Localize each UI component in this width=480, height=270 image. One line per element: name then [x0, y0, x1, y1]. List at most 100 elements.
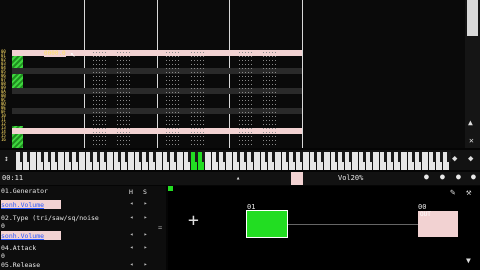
shield-icon[interactable]: ◆ [452, 154, 457, 164]
empty-cell[interactable] [238, 119, 252, 122]
piano-key[interactable] [156, 152, 162, 170]
generator-parameters[interactable]: 01.Generator H S sonh.Volume 02.Type (tr… [0, 186, 156, 270]
piano-key[interactable] [401, 152, 407, 170]
empty-cell[interactable] [238, 87, 252, 90]
empty-cell[interactable] [116, 51, 130, 54]
empty-cell[interactable] [116, 75, 130, 78]
empty-cell[interactable] [262, 139, 276, 142]
empty-cell[interactable] [92, 131, 106, 134]
empty-cell[interactable] [92, 99, 106, 102]
empty-cell[interactable] [238, 59, 252, 62]
shield-icon[interactable]: ◆ [468, 154, 473, 164]
empty-cell[interactable] [116, 107, 130, 110]
empty-cell[interactable] [165, 131, 179, 134]
empty-cell[interactable] [262, 127, 276, 130]
volume-readout[interactable]: Vol20% [338, 174, 363, 182]
empty-cell[interactable] [190, 55, 204, 58]
piano-key[interactable] [275, 152, 281, 170]
empty-cell[interactable] [92, 107, 106, 110]
empty-cell[interactable] [165, 107, 179, 110]
empty-cell[interactable] [165, 67, 179, 70]
empty-cell[interactable] [92, 71, 106, 74]
empty-cell[interactable] [165, 59, 179, 62]
empty-cell[interactable] [165, 95, 179, 98]
empty-cell[interactable] [238, 143, 252, 146]
empty-cell[interactable] [92, 127, 106, 130]
empty-cell[interactable] [116, 71, 130, 74]
empty-cell[interactable] [238, 51, 252, 54]
piano-key[interactable] [128, 152, 134, 170]
piano-key[interactable] [226, 152, 232, 170]
empty-cell[interactable] [262, 115, 276, 118]
empty-cell[interactable] [165, 115, 179, 118]
empty-cell[interactable] [165, 51, 179, 54]
empty-cell[interactable] [92, 95, 106, 98]
empty-cell[interactable] [165, 87, 179, 90]
increase-icon[interactable]: ▸ [142, 261, 149, 268]
empty-cell[interactable] [262, 119, 276, 122]
empty-cell[interactable] [165, 91, 179, 94]
piano-key[interactable] [373, 152, 379, 170]
empty-cell[interactable] [165, 135, 179, 138]
empty-cell[interactable] [190, 91, 204, 94]
empty-cell[interactable] [92, 103, 106, 106]
track-row[interactable] [12, 88, 302, 94]
close-icon[interactable]: ✕ [469, 136, 474, 145]
empty-cell[interactable] [165, 123, 179, 126]
track-row[interactable] [12, 128, 302, 134]
scrollbar-thumb[interactable] [467, 0, 478, 36]
wrench-icon[interactable]: ⚒ [466, 188, 471, 198]
empty-cell[interactable] [116, 55, 130, 58]
empty-cell[interactable] [238, 91, 252, 94]
empty-cell[interactable] [116, 95, 130, 98]
empty-cell[interactable] [238, 135, 252, 138]
empty-cell[interactable] [238, 127, 252, 130]
piano-key[interactable] [58, 152, 64, 170]
empty-cell[interactable] [165, 127, 179, 130]
empty-cell[interactable] [238, 95, 252, 98]
empty-cell[interactable] [92, 135, 106, 138]
param-label[interactable]: sonh.Volume [1, 201, 121, 210]
empty-cell[interactable] [190, 75, 204, 78]
empty-cell[interactable] [116, 67, 130, 70]
decrease-icon[interactable]: ◂ [128, 231, 135, 238]
decrease-icon[interactable]: ◂ [128, 200, 135, 207]
empty-cell[interactable] [165, 143, 179, 146]
track-row[interactable] [12, 68, 302, 74]
empty-cell[interactable] [262, 123, 276, 126]
piano-key[interactable] [352, 152, 358, 170]
empty-cell[interactable] [190, 79, 204, 82]
transport-dot-icon[interactable]: ● [440, 172, 445, 181]
empty-cell[interactable] [116, 83, 130, 86]
increase-icon[interactable]: ▸ [142, 231, 149, 238]
empty-cell[interactable] [262, 99, 276, 102]
empty-cell[interactable] [116, 139, 130, 142]
empty-cell[interactable] [238, 123, 252, 126]
empty-cell[interactable] [92, 143, 106, 146]
empty-cell[interactable] [165, 83, 179, 86]
empty-cell[interactable] [165, 103, 179, 106]
empty-cell[interactable] [116, 131, 130, 134]
empty-cell[interactable] [190, 139, 204, 142]
empty-cell[interactable] [238, 83, 252, 86]
empty-cell[interactable] [190, 127, 204, 130]
empty-cell[interactable] [238, 55, 252, 58]
empty-cell[interactable] [238, 115, 252, 118]
up-arrow-icon[interactable]: ▴ [236, 174, 240, 182]
empty-cell[interactable] [262, 131, 276, 134]
empty-cell[interactable] [92, 91, 106, 94]
empty-cell[interactable] [262, 75, 276, 78]
empty-cell[interactable] [92, 115, 106, 118]
piano-key[interactable] [177, 152, 183, 170]
keyboard-scroll-icon[interactable]: ↕ [4, 154, 9, 163]
empty-cell[interactable] [262, 135, 276, 138]
empty-cell[interactable] [262, 79, 276, 82]
empty-cell[interactable] [262, 67, 276, 70]
empty-cell[interactable] [262, 59, 276, 62]
empty-cell[interactable] [116, 79, 130, 82]
decrease-icon[interactable]: ◂ [128, 214, 135, 221]
empty-cell[interactable] [116, 127, 130, 130]
piano-black-key[interactable] [447, 152, 451, 162]
empty-cell[interactable] [262, 63, 276, 66]
empty-cell[interactable] [190, 107, 204, 110]
